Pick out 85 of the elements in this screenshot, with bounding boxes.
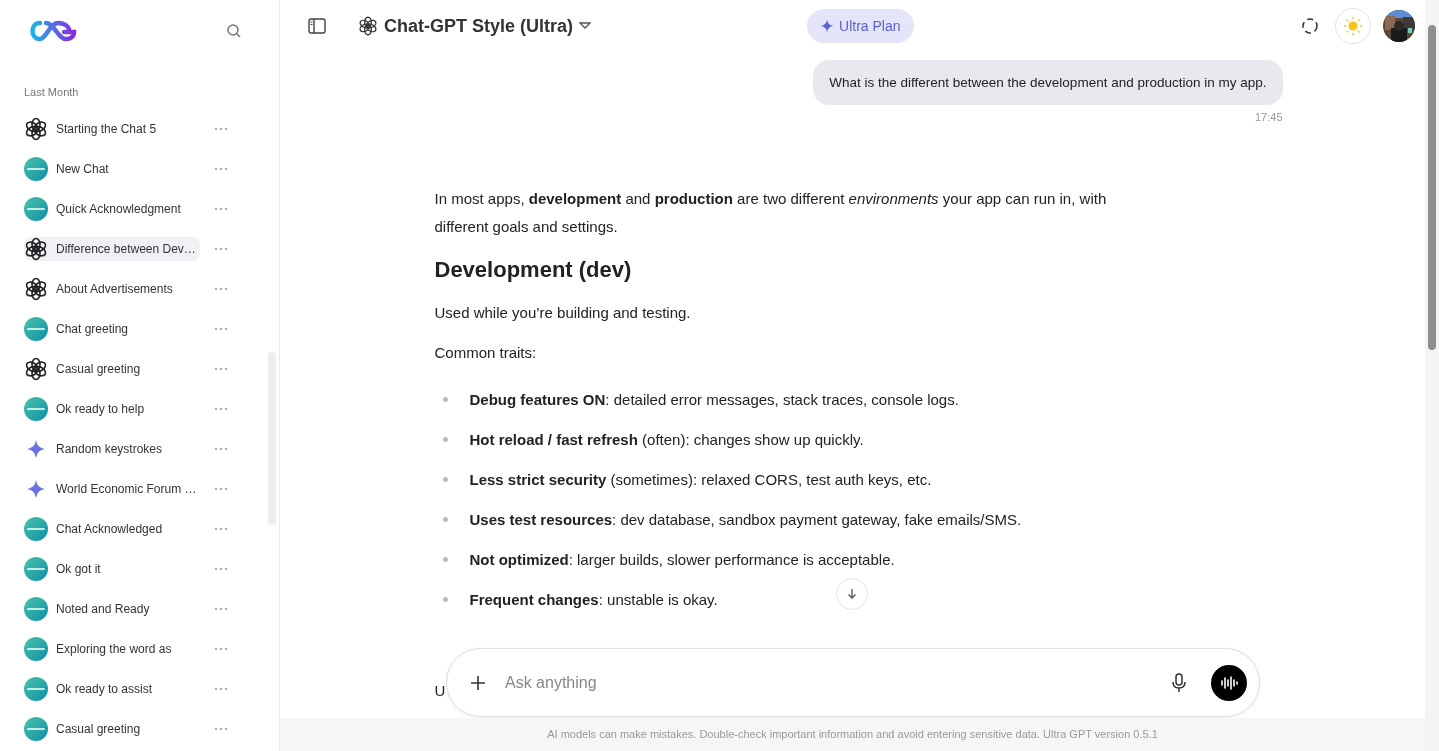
model-avatar-icon xyxy=(24,717,48,741)
bullet-text: Hot reload / fast refresh (often): changes show up quickly. xyxy=(469,430,864,448)
scroll-down-button[interactable] xyxy=(836,578,868,610)
knot-icon xyxy=(24,237,48,261)
model-avatar-icon xyxy=(24,397,48,421)
plan-badge[interactable]: Ultra Plan xyxy=(807,9,914,43)
knot-icon xyxy=(24,357,48,381)
model-avatar-icon xyxy=(24,317,48,341)
knot-icon xyxy=(24,117,48,141)
voice-button[interactable] xyxy=(1211,664,1247,701)
chat-item[interactable]: Starting the Chat 5 xyxy=(24,117,200,141)
waveform-icon xyxy=(1220,674,1238,691)
chat-item[interactable]: Noted and Ready xyxy=(24,597,200,621)
bullet-icon xyxy=(442,396,448,402)
knot-icon xyxy=(24,277,48,301)
more-icon[interactable] xyxy=(214,167,228,171)
answer-heading: Development (dev) xyxy=(434,256,633,284)
more-icon[interactable] xyxy=(214,247,228,251)
model-avatar-icon xyxy=(24,597,48,621)
caret-icon xyxy=(579,22,592,30)
message-input[interactable]: Ask anything xyxy=(503,672,1155,693)
bullet-text: Frequent changes: unstable is okay. xyxy=(469,590,718,608)
bullet-icon xyxy=(442,596,448,602)
arrow-down-icon xyxy=(846,588,858,600)
model-avatar-icon xyxy=(24,637,48,661)
more-icon[interactable] xyxy=(214,207,228,211)
model-avatar-icon xyxy=(24,157,48,181)
bullet-text: Less strict security (sometimes): relaxed CORS, test auth keys, etc. xyxy=(469,470,932,488)
sun-icon xyxy=(1343,16,1363,36)
search-icon[interactable] xyxy=(226,23,242,39)
chat-item[interactable]: Quick Acknowledgment xyxy=(24,197,200,221)
more-icon[interactable] xyxy=(214,607,228,611)
chat-item[interactable]: Random keystrokes xyxy=(24,437,200,461)
more-icon[interactable] xyxy=(214,327,228,331)
more-icon[interactable] xyxy=(214,647,228,651)
more-icon[interactable] xyxy=(214,527,228,531)
answer-paragraph: Common traits: xyxy=(434,343,538,363)
chat-item[interactable]: Ok ready to help xyxy=(24,397,200,421)
bullet-text: Not optimized: larger builds, slower performance is acceptable. xyxy=(469,550,895,568)
answer-paragraph: In most apps, development and production are two different environments your app can run in, with different goals and settings. xyxy=(434,189,1108,237)
answer-paragraph: U xyxy=(434,681,446,701)
more-icon[interactable] xyxy=(214,287,228,291)
bullet-icon xyxy=(442,556,448,562)
more-icon[interactable] xyxy=(214,127,228,131)
model-avatar-icon xyxy=(24,517,48,541)
bullet-text: Uses test resources: dev database, sandbox payment gateway, fake emails/SMS. xyxy=(469,510,1022,528)
plus-icon[interactable] xyxy=(469,673,487,692)
chat-item[interactable]: Casual greeting xyxy=(24,357,200,381)
chat-item[interactable]: Chat Acknowledged xyxy=(24,517,200,541)
more-icon[interactable] xyxy=(214,727,228,731)
footer-disclaimer: AI models can make mistakes. Double-check important information and avoid entering sensitive data. Ultra GPT version 0.5.1 xyxy=(280,718,1425,751)
chat-item[interactable]: Ok got it xyxy=(24,557,200,581)
chat-item[interactable]: About Advertisements xyxy=(24,277,200,301)
chat-item[interactable]: New Chat xyxy=(24,157,200,181)
model-avatar-icon xyxy=(24,197,48,221)
microphone-icon[interactable] xyxy=(1171,672,1187,693)
bullet-icon xyxy=(442,516,448,522)
more-icon[interactable] xyxy=(214,367,228,371)
scrollbar[interactable] xyxy=(1425,0,1439,751)
user-message: What is the different between the development and production in my app. xyxy=(813,60,1283,105)
chat-item[interactable]: Ok ready to assist xyxy=(24,677,200,701)
composer[interactable]: Ask anything xyxy=(446,648,1260,717)
knot-icon xyxy=(358,16,378,36)
chat-item[interactable]: Chat greeting xyxy=(24,317,200,341)
sidebar-toggle-icon[interactable] xyxy=(308,18,326,34)
bullet-icon xyxy=(442,436,448,442)
more-icon[interactable] xyxy=(214,567,228,571)
chat-item[interactable]: Casual greeting xyxy=(24,717,200,741)
more-icon[interactable] xyxy=(214,487,228,491)
temporary-chat-icon[interactable] xyxy=(1301,17,1319,35)
more-icon[interactable] xyxy=(214,687,228,691)
bullet-text: Debug features ON: detailed error messages, stack traces, console logs. xyxy=(469,390,959,408)
answer-paragraph: Used while you’re building and testing. xyxy=(434,303,692,323)
chat-item[interactable]: Exploring the word as xyxy=(24,637,200,661)
model-avatar-icon xyxy=(24,677,48,701)
message-time: 17:45 xyxy=(1254,111,1283,123)
model-selector[interactable]: Chat-GPT Style (Ultra) xyxy=(358,15,592,37)
more-icon[interactable] xyxy=(214,447,228,451)
section-label: Last Month xyxy=(24,85,80,100)
bullet-icon xyxy=(442,476,448,482)
chat-item[interactable]: Difference between Dev… xyxy=(24,237,200,261)
chat-item[interactable]: World Economic Forum … xyxy=(24,477,200,501)
model-avatar-icon xyxy=(24,557,48,581)
more-icon[interactable] xyxy=(214,407,228,411)
theme-toggle[interactable] xyxy=(1335,8,1371,44)
